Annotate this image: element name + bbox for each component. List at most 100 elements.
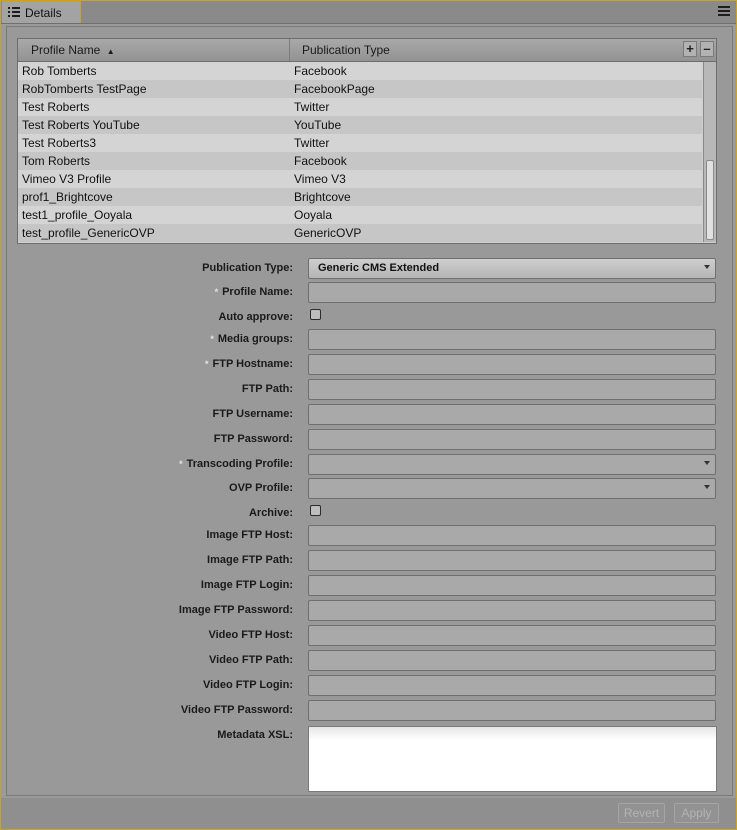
ftp-path-field[interactable]: [308, 379, 716, 400]
table-row[interactable]: test1_profile_Ooyala Ooyala: [18, 206, 702, 224]
cell-profile-name: Test Roberts3: [22, 136, 97, 150]
ftp-password-label: FTP Password:: [213, 433, 293, 445]
video-ftp-path-row: Video FTP Path:: [7, 650, 734, 672]
table-row[interactable]: Rob Tomberts Facebook: [18, 62, 702, 80]
column-divider[interactable]: [289, 39, 290, 61]
archive-checkbox[interactable]: [310, 505, 321, 516]
transcoding-profile-label: * Transcoding Profile:: [179, 458, 293, 470]
publication-type-value: Generic CMS Extended: [318, 262, 440, 274]
cell-publication-type: Twitter: [294, 100, 330, 114]
cell-publication-type: Brightcove: [294, 190, 351, 204]
media-groups-row: * Media groups:: [7, 329, 734, 351]
ftp-hostname-row: * FTP Hostname:: [7, 354, 734, 376]
profiles-table: Profile Name ▲ Publication Type + – Rob …: [17, 38, 717, 244]
media-groups-label: * Media groups:: [210, 333, 293, 345]
remove-profile-button[interactable]: –: [700, 41, 714, 57]
cell-profile-name: test1_profile_Ooyala: [22, 208, 133, 222]
image-ftp-host-field[interactable]: [308, 525, 716, 546]
dropdown-arrow-icon: [704, 461, 710, 465]
apply-button[interactable]: Apply: [674, 803, 719, 823]
details-window: Details Profile Name ▲ Publication Type …: [0, 0, 737, 830]
tab-details[interactable]: Details: [2, 1, 81, 23]
image-ftp-login-field[interactable]: [308, 575, 716, 596]
table-row[interactable]: Test Roberts Twitter: [18, 98, 702, 116]
cell-profile-name: Rob Tomberts: [22, 64, 97, 78]
ftp-username-field[interactable]: [308, 404, 716, 425]
cell-publication-type: Twitter: [294, 136, 330, 150]
table-row[interactable]: Test Roberts YouTube YouTube: [18, 116, 702, 134]
transcoding-profile-row: * Transcoding Profile:: [7, 454, 734, 476]
image-ftp-password-field[interactable]: [308, 600, 716, 621]
table-row[interactable]: test_profile_GenericOVP GenericOVP: [18, 224, 702, 242]
archive-row: Archive:: [7, 503, 734, 525]
table-row[interactable]: RobTomberts TestPage FacebookPage: [18, 80, 702, 98]
image-ftp-host-row: Image FTP Host:: [7, 525, 734, 547]
ftp-hostname-label: * FTP Hostname:: [205, 358, 293, 370]
auto-approve-checkbox[interactable]: [310, 309, 321, 320]
cell-publication-type: GenericOVP: [294, 226, 362, 240]
table-row[interactable]: Tom Roberts Facebook: [18, 152, 702, 170]
ftp-path-row: FTP Path:: [7, 379, 734, 401]
profile-name-field[interactable]: [308, 282, 716, 303]
auto-approve-row: Auto approve:: [7, 307, 734, 329]
auto-approve-label: Auto approve:: [218, 311, 293, 323]
required-marker: *: [205, 359, 209, 369]
ftp-path-label: FTP Path:: [241, 383, 293, 395]
required-marker: *: [210, 334, 214, 344]
cell-profile-name: test_profile_GenericOVP: [22, 226, 155, 240]
cell-publication-type: Facebook: [294, 64, 347, 78]
ftp-hostname-field[interactable]: [308, 354, 716, 375]
image-ftp-host-label: Image FTP Host:: [206, 529, 293, 541]
table-row[interactable]: Vimeo V3 Profile Vimeo V3: [18, 170, 702, 188]
video-ftp-host-field[interactable]: [308, 625, 716, 646]
ftp-password-row: FTP Password:: [7, 429, 734, 451]
table-row[interactable]: prof1_Brightcove Brightcove: [18, 188, 702, 206]
add-profile-button[interactable]: +: [683, 41, 697, 57]
cell-profile-name: Test Roberts YouTube: [22, 118, 140, 132]
transcoding-profile-select[interactable]: [308, 454, 716, 475]
dropdown-arrow-icon: [704, 485, 710, 489]
metadata-xsl-label: Metadata XSL:: [217, 729, 293, 741]
cell-profile-name: RobTomberts TestPage: [22, 82, 147, 96]
ftp-username-row: FTP Username:: [7, 404, 734, 426]
tab-label: Details: [25, 6, 62, 20]
list-icon: [8, 7, 20, 18]
image-ftp-password-row: Image FTP Password:: [7, 600, 734, 622]
ovp-profile-row: OVP Profile:: [7, 478, 734, 500]
scrollbar-thumb[interactable]: [706, 160, 714, 240]
column-header-profile-name[interactable]: Profile Name ▲: [31, 43, 115, 57]
image-ftp-path-field[interactable]: [308, 550, 716, 571]
cell-publication-type: Vimeo V3: [294, 172, 346, 186]
tab-bar: Details: [1, 1, 736, 24]
table-row[interactable]: Test Roberts3 Twitter: [18, 134, 702, 152]
ftp-password-field[interactable]: [308, 429, 716, 450]
video-ftp-path-label: Video FTP Path:: [209, 654, 293, 666]
video-ftp-login-row: Video FTP Login:: [7, 675, 734, 697]
table-scrollbar[interactable]: [703, 62, 716, 242]
cell-publication-type: FacebookPage: [294, 82, 375, 96]
image-ftp-login-row: Image FTP Login:: [7, 575, 734, 597]
required-marker: *: [214, 287, 219, 297]
ovp-profile-select[interactable]: [308, 478, 716, 499]
image-ftp-path-row: Image FTP Path:: [7, 550, 734, 572]
cell-publication-type: Ooyala: [294, 208, 333, 222]
publication-type-select[interactable]: Generic CMS Extended: [308, 258, 716, 279]
media-groups-field[interactable]: [308, 329, 716, 350]
revert-button[interactable]: Revert: [618, 803, 665, 823]
archive-label: Archive:: [248, 507, 293, 519]
ftp-username-label: FTP Username:: [212, 408, 294, 420]
required-marker: *: [179, 459, 183, 469]
publication-type-label: Publication Type:: [202, 262, 293, 274]
video-ftp-password-row: Video FTP Password:: [7, 700, 734, 722]
video-ftp-path-field[interactable]: [308, 650, 716, 671]
table-header: Profile Name ▲ Publication Type + –: [18, 39, 716, 62]
column-header-publication-type[interactable]: Publication Type: [302, 43, 390, 57]
cell-publication-type: Facebook: [294, 154, 347, 168]
video-ftp-password-label: Video FTP Password:: [180, 704, 293, 716]
hamburger-icon[interactable]: [718, 6, 730, 17]
video-ftp-login-field[interactable]: [308, 675, 716, 696]
metadata-xsl-textarea[interactable]: [308, 726, 717, 792]
video-ftp-password-field[interactable]: [308, 700, 716, 721]
video-ftp-host-label: Video FTP Host:: [208, 629, 293, 641]
dropdown-arrow-icon: [704, 265, 710, 269]
